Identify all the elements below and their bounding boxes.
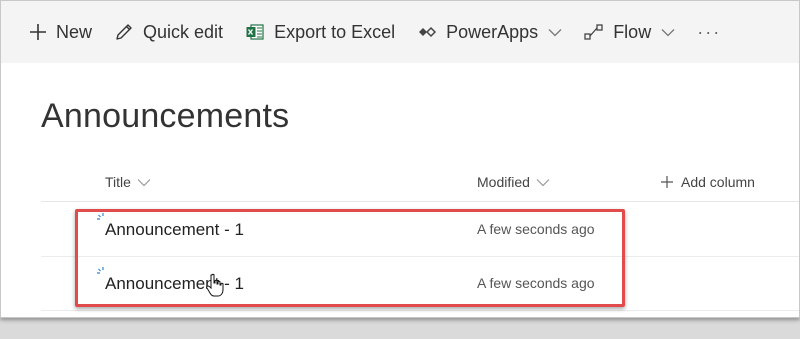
header-divider [41,201,799,202]
new-label: New [56,21,93,42]
list-row[interactable]: Announcement - 1 A few seconds ago [41,257,799,311]
list-row-modified: A few seconds ago [477,221,595,237]
new-button[interactable]: New [29,12,92,52]
chevron-down-icon [536,178,550,187]
column-header-modified[interactable]: Modified [477,174,550,190]
chevron-down-icon [661,28,675,37]
column-header-title[interactable]: Title [105,174,151,190]
excel-icon [245,22,265,42]
column-title-label: Title [105,174,131,190]
plus-icon [29,23,47,41]
page-title: Announcements [41,97,290,135]
powerapps-menu[interactable]: PowerApps [417,12,562,52]
flow-icon [584,23,604,41]
column-modified-label: Modified [477,174,530,190]
hand-cursor-icon [206,273,224,302]
flow-menu[interactable]: Flow [584,12,675,52]
plus-icon [661,176,673,188]
chevron-down-icon [137,178,151,187]
chevron-down-icon [548,28,562,37]
powerapps-icon [417,25,437,39]
list-row-modified: A few seconds ago [477,275,595,291]
more-button[interactable]: ··· [697,12,721,52]
list-row[interactable]: Announcement - 1 A few seconds ago [41,203,799,257]
pencil-icon [114,22,134,42]
flow-label: Flow [613,21,652,42]
command-bar: New Quick edit Export to Excel PowerApps… [1,1,799,63]
add-column-label: Add column [681,174,755,190]
sharepoint-list-view: New Quick edit Export to Excel PowerApps… [0,0,800,318]
powerapps-label: PowerApps [446,21,539,42]
export-label: Export to Excel [274,21,396,42]
export-to-excel-button[interactable]: Export to Excel [245,12,395,52]
ellipsis-icon: ··· [697,21,722,42]
quick-edit-label: Quick edit [143,21,224,42]
list-row-title[interactable]: Announcement - 1 [105,220,244,240]
add-column-button[interactable]: Add column [661,174,755,190]
quick-edit-button[interactable]: Quick edit [114,12,223,52]
